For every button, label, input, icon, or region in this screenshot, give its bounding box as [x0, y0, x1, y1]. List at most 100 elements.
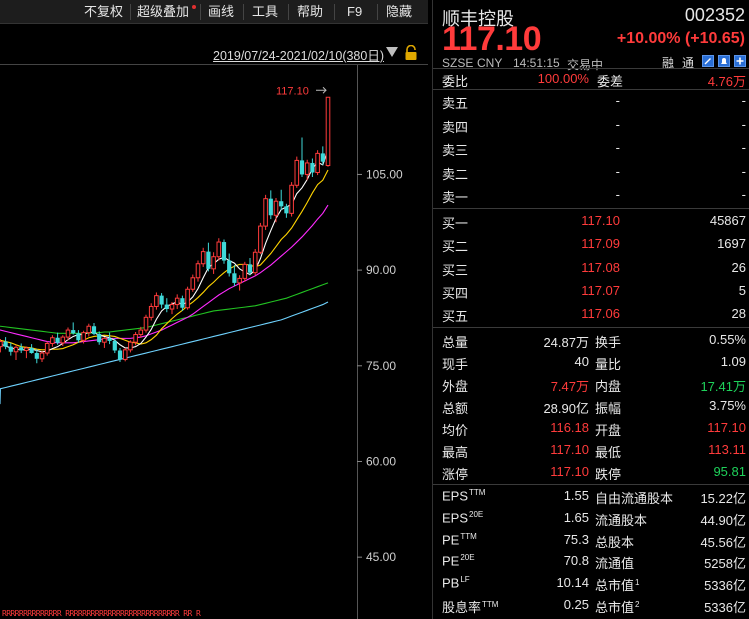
stock-code: 002352 [684, 5, 745, 25]
down-candle [91, 323, 97, 336]
bid-price: 117.06 [581, 306, 620, 322]
stat-value: 40 [574, 354, 589, 369]
candle-body [221, 242, 227, 261]
down-candle [159, 293, 164, 309]
down-candle [299, 137, 305, 177]
candle-body [252, 251, 258, 274]
stat-value: 113.11 [708, 442, 746, 457]
price-change: +10.00% (+10.65) [616, 30, 745, 47]
stat-label: 振幅 [595, 401, 622, 416]
candle-body [169, 304, 175, 310]
ask-price: - [615, 187, 620, 202]
price-label: 45.00 [366, 550, 396, 564]
up-candle [174, 294, 180, 310]
candle-body [102, 337, 107, 343]
candle-body [86, 325, 92, 334]
fundamental-label-text: 自由流通股本 [595, 491, 674, 506]
fundamental-label-text: 总市值 [595, 578, 635, 594]
stat-value: 3.75% [709, 398, 746, 413]
candle-body [60, 336, 66, 344]
fundamental-label-text: 总市值 [595, 600, 635, 615]
candle-body [200, 251, 206, 265]
fundamental-label: 自由流通股本 [595, 488, 673, 507]
candle-body [304, 162, 310, 175]
fundamental-label: 流通股本 [595, 510, 647, 529]
stat-value: 1.09 [720, 354, 746, 369]
add-icon[interactable] [734, 55, 746, 67]
fundamental-row: EPS20E 1.65 流通股本 44.90亿 [433, 507, 749, 530]
ask-row: 卖五 - - [433, 90, 749, 113]
down-candle [29, 344, 34, 354]
candle-body [294, 159, 300, 186]
ask-label: 卖二 [442, 166, 469, 182]
edit-icon[interactable] [702, 55, 714, 67]
fundamental-value: 70.8 [563, 553, 589, 569]
fundamental-label: 股息率TTM [442, 597, 498, 616]
candle-body [206, 251, 211, 269]
bid-row: 买四 117.07 5 [433, 280, 749, 303]
candle-body [148, 305, 154, 318]
candle-body [227, 260, 232, 274]
ask-volume: - [741, 163, 746, 179]
fundamental-row: PE20E 70.8 流通值 5258亿 [433, 550, 749, 573]
fundamental-label-text: EPS [442, 488, 469, 504]
candle-body [50, 337, 55, 344]
candle-body [185, 288, 190, 309]
ask-row: 卖四 - - [433, 114, 749, 137]
stat-label: 总额 [442, 401, 469, 416]
candle-body [107, 338, 112, 341]
candle-body [174, 297, 180, 306]
alert-icon[interactable] [718, 55, 730, 67]
up-candle [102, 337, 107, 348]
candle-body [211, 256, 216, 270]
bid-label: 买三 [442, 262, 469, 278]
stat-label: 最高 [442, 445, 469, 460]
down-candle [107, 332, 112, 345]
down-candle [71, 322, 76, 335]
up-candle [128, 340, 133, 353]
stat-label: 涨停 [442, 467, 469, 482]
ask-volume: - [741, 187, 746, 202]
fundamental-value: 15.22亿 [700, 491, 746, 506]
up-candle [216, 238, 222, 261]
candle-body [190, 277, 196, 290]
stat-value: 117.10 [550, 464, 589, 479]
bid-price: 117.07 [581, 282, 620, 298]
up-candle [237, 275, 242, 291]
order-ratio-label: 委比 [442, 74, 469, 89]
ask-price: - [615, 140, 620, 155]
stat-label: 跌停 [595, 467, 622, 482]
kline-chart-pane[interactable]: 不复权 超级叠加 画线 工具 帮助 F9 隐藏 2019/07/24-2021/… [0, 0, 428, 619]
candle-body [55, 337, 60, 343]
fundamental-label: EPSTTM [442, 488, 485, 503]
up-candle [143, 314, 149, 333]
stat-row: 总量 24.87万 换手 0.55% [433, 329, 749, 352]
up-candle [242, 261, 248, 282]
stat-label: 均价 [442, 423, 469, 438]
fundamental-label-suffix: 1 [635, 577, 640, 587]
fundamental-label-text: 流通股本 [595, 512, 648, 528]
bid-price: 117.10 [581, 213, 620, 228]
fundamental-label-text: 股息率 [442, 600, 482, 615]
candle-body [216, 241, 222, 258]
down-candle [247, 257, 253, 276]
candle-body [128, 341, 133, 351]
candle-body [315, 152, 320, 174]
bid-row: 买三 117.08 26 [433, 257, 749, 280]
ask-row: 卖二 - - [433, 161, 749, 184]
order-diff-value: 4.76万 [707, 74, 746, 89]
order-ratio-value: 100.00% [537, 71, 589, 86]
up-candle [195, 260, 201, 282]
candle-body [97, 333, 102, 343]
candle-body [0, 341, 3, 348]
bid-volume: 45867 [709, 213, 746, 228]
kline-canvas[interactable]: 105.00 90.00 75.00 60.00 45.00 117.10 RRRRRRRR… [0, 0, 428, 619]
up-candle [13, 344, 19, 361]
fundamental-value: 0.25 [563, 597, 589, 612]
order-diff-label: 委差 [597, 74, 624, 89]
fundamental-label-suffix: TTM [482, 599, 499, 609]
up-candle [289, 182, 294, 217]
bid-price: 117.09 [581, 236, 620, 252]
ask-row: 卖一 - - [433, 184, 749, 207]
up-candle [263, 194, 268, 230]
